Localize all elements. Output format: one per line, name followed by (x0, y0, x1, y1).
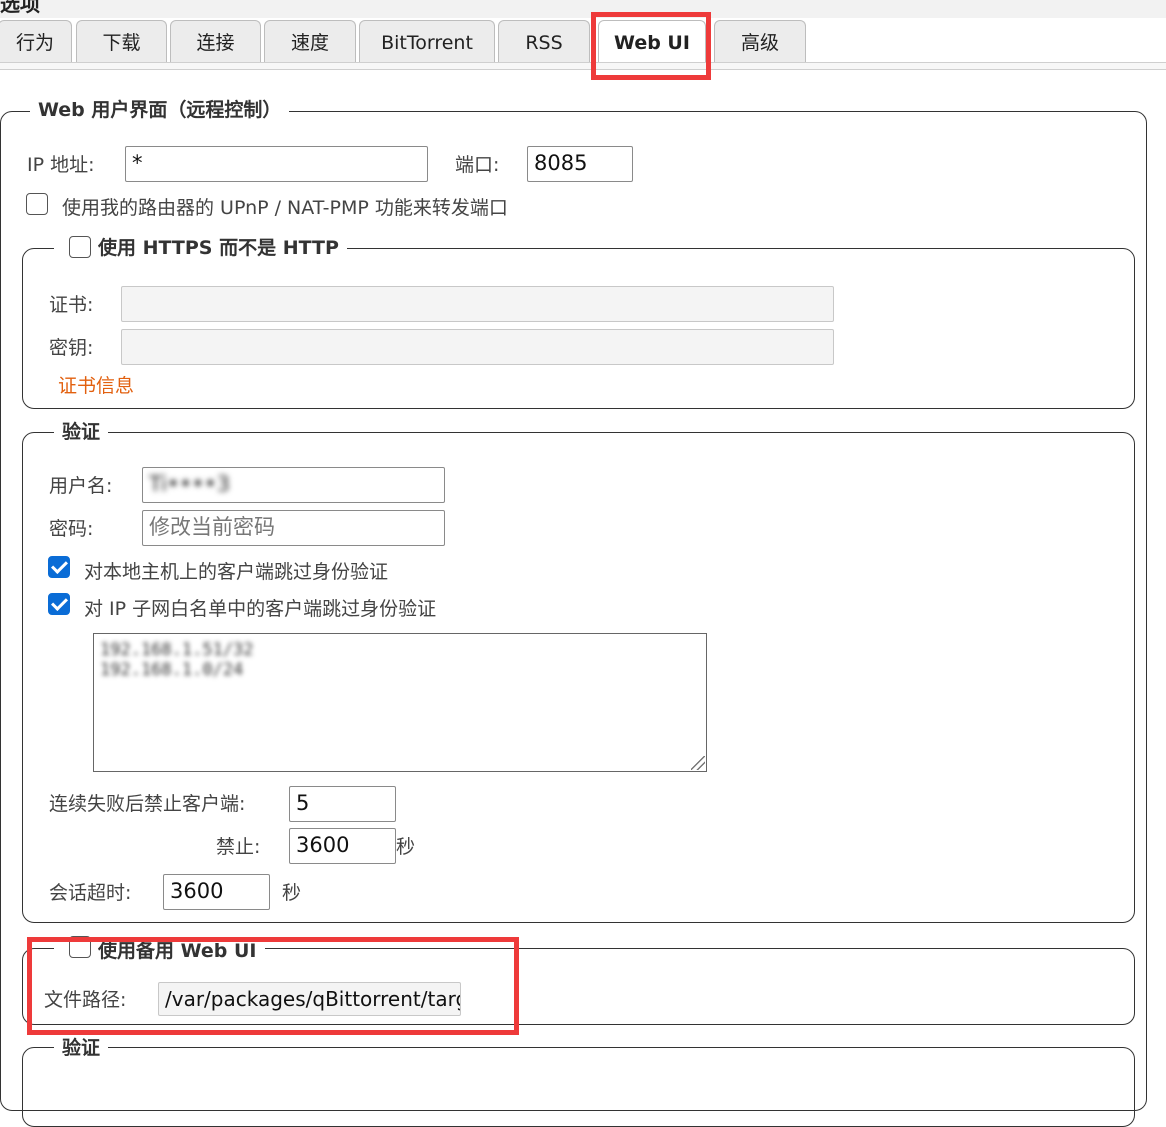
certificate-info-link[interactable]: 证书信息 (58, 374, 134, 398)
tab-behavior[interactable]: 行为 (0, 20, 72, 62)
window-titlebar: 选项 (0, 0, 1166, 18)
ban-after-failures-label: 连续失败后禁止客户端: (49, 793, 246, 815)
webui-legend: Web 用户界面（远程控制） (30, 97, 290, 123)
ban-after-failures-input[interactable]: 5 (289, 786, 396, 822)
ip-address-input[interactable]: * (125, 146, 428, 182)
ip-address-label: IP 地址: (27, 154, 95, 176)
tab-rss[interactable]: RSS (498, 20, 590, 62)
tab-divider (0, 62, 1166, 70)
tab-connection[interactable]: 连接 (170, 20, 261, 62)
session-timeout-input[interactable]: 3600 (163, 874, 270, 910)
username-value: Ti••••3 (149, 472, 230, 496)
subnet-whitelist-textarea[interactable]: 192.168.1.51/32 192.168.1.0/24 (93, 633, 707, 772)
https-checkbox[interactable] (69, 236, 91, 258)
password-label: 密码: (49, 518, 94, 540)
certificate-input (121, 286, 834, 322)
upnp-label: 使用我的路由器的 UPnP / NAT-PMP 功能来转发端口 (62, 197, 508, 219)
tab-downloads[interactable]: 下载 (76, 20, 167, 62)
password-placeholder: 修改当前密码 (149, 515, 275, 539)
auth-legend: 验证 (54, 419, 109, 445)
textarea-resize-handle[interactable] (691, 756, 705, 770)
bypass-subnet-checkbox[interactable] (48, 593, 70, 615)
tab-speed[interactable]: 速度 (264, 20, 356, 62)
username-label: 用户名: (49, 475, 113, 497)
certificate-label: 证书: (49, 294, 94, 316)
tab-webui[interactable]: Web UI (598, 20, 706, 64)
tab-advanced[interactable]: 高级 (714, 20, 806, 62)
subnet-line: 192.168.1.51/32 (100, 640, 254, 660)
username-input[interactable]: Ti••••3 (142, 467, 445, 503)
upnp-checkbox[interactable] (26, 193, 48, 215)
port-input[interactable]: 8085 (527, 146, 633, 182)
session-timeout-unit: 秒 (282, 882, 302, 904)
alt-webui-checkbox[interactable] (69, 936, 91, 958)
file-path-input: /var/packages/qBittorrent/target (158, 982, 461, 1016)
bypass-localhost-checkbox[interactable] (48, 556, 70, 578)
auth2-legend: 验证 (54, 1035, 109, 1061)
ban-duration-input[interactable]: 3600 (289, 828, 396, 864)
https-legend: 使用 HTTPS 而不是 HTTP (54, 235, 347, 261)
tab-bittorrent[interactable]: BitTorrent (359, 20, 495, 62)
session-timeout-label: 会话超时: (49, 882, 132, 904)
key-input (121, 329, 834, 365)
bypass-subnet-label: 对 IP 子网白名单中的客户端跳过身份验证 (84, 598, 437, 620)
window-title: 选项 (0, 0, 40, 16)
file-path-label: 文件路径: (44, 989, 127, 1011)
auth2-fieldset (22, 1047, 1135, 1127)
password-input[interactable]: 修改当前密码 (142, 510, 445, 546)
ban-duration-unit: 秒 (396, 836, 416, 858)
key-label: 密钥: (49, 337, 94, 359)
bypass-localhost-label: 对本地主机上的客户端跳过身份验证 (84, 561, 389, 583)
subnet-line: 192.168.1.0/24 (100, 660, 244, 680)
port-label: 端口: (455, 154, 500, 176)
ban-duration-label: 禁止: (216, 836, 261, 858)
